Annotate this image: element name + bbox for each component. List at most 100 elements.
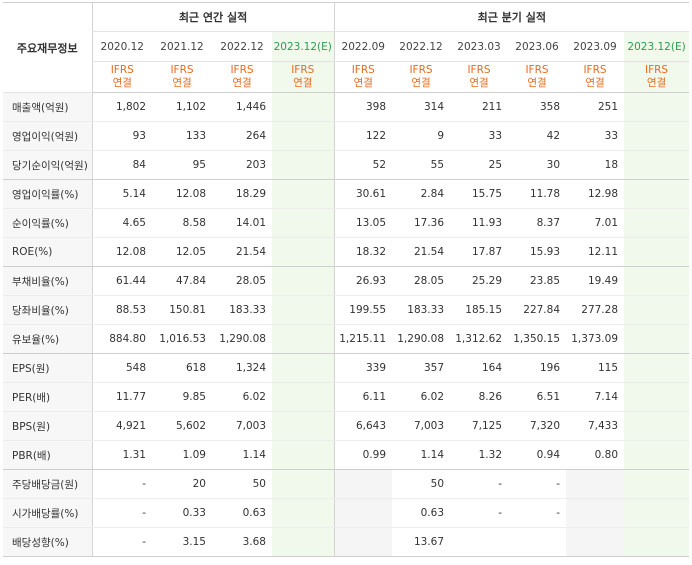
- value-cell: 1,802: [91, 92, 152, 122]
- value-cell: 1,290.08: [212, 324, 272, 354]
- estimate-cell: [624, 92, 690, 122]
- value-cell: 211: [450, 92, 509, 122]
- value-cell: 7.01: [566, 208, 625, 238]
- value-cell: 15.75: [450, 179, 509, 209]
- value-cell: 9.85: [152, 382, 212, 412]
- value-cell: 203: [212, 150, 272, 180]
- value-cell: -: [450, 469, 509, 499]
- estimate-cell: [624, 208, 690, 238]
- table-row: EPS(원) 548 618 1,324 339 357 164 196 115: [3, 353, 690, 383]
- table-row: BPS(원) 4,921 5,602 7,003 6,643 7,003 7,125 7,32…: [3, 411, 690, 441]
- value-cell: 30.61: [333, 179, 393, 209]
- value-cell: 1,215.11: [333, 324, 393, 354]
- value-cell: 15.93: [508, 237, 567, 267]
- value-cell: 61.44: [91, 266, 152, 296]
- value-cell: 1,446: [212, 92, 272, 122]
- value-cell: 314: [392, 92, 451, 122]
- consolidated-text: 연결: [585, 77, 605, 89]
- value-cell: 14.01: [212, 208, 272, 238]
- estimate-cell: [272, 411, 335, 441]
- row-label: 영업이익률(%): [3, 179, 92, 209]
- table-row: 당좌비율(%) 88.53 150.81 183.33 199.55 183.33 185.…: [3, 295, 690, 325]
- value-cell: 548: [91, 353, 152, 383]
- value-cell: 18: [566, 150, 625, 180]
- value-cell: 21.54: [392, 237, 451, 267]
- value-cell: 884.80: [91, 324, 152, 354]
- annual-results-title: 최근 연간 실적: [91, 2, 335, 32]
- value-cell: 3.15: [152, 527, 212, 557]
- value-cell: 5.14: [91, 179, 152, 209]
- value-cell: 0.63: [392, 498, 451, 528]
- value-cell: 264: [212, 121, 272, 151]
- value-cell: 18.29: [212, 179, 272, 209]
- value-cell: 12.08: [152, 179, 212, 209]
- value-cell: 277.28: [566, 295, 625, 325]
- table-row: 시가배당률(%) -0.33 0.63 0.63- -: [3, 498, 690, 528]
- row-label: ROE(%): [3, 237, 92, 267]
- value-cell: [333, 469, 393, 499]
- table-row: 배당성향(%) -3.15 3.68 13.67: [3, 527, 690, 557]
- value-cell: 6.02: [212, 382, 272, 412]
- row-label: 매출액(억원): [3, 92, 92, 122]
- value-cell: 618: [152, 353, 212, 383]
- value-cell: 6.11: [333, 382, 393, 412]
- value-cell: 17.87: [450, 237, 509, 267]
- ifrs-text: IFRS: [645, 64, 669, 76]
- value-cell: 25.29: [450, 266, 509, 296]
- value-cell: [508, 527, 567, 557]
- value-cell: 150.81: [152, 295, 212, 325]
- estimate-cell: [624, 498, 690, 528]
- value-cell: 1,016.53: [152, 324, 212, 354]
- consolidated-text: 연결: [411, 77, 431, 89]
- row-label: 시가배당률(%): [3, 498, 92, 528]
- value-cell: 1.31: [91, 440, 152, 470]
- estimate-cell: [272, 295, 335, 325]
- value-cell: 50: [392, 469, 451, 499]
- row-label: PER(배): [3, 382, 92, 412]
- period-header: 2022.12: [392, 31, 451, 62]
- value-cell: 7,125: [450, 411, 509, 441]
- ifrs-text: IFRS: [230, 64, 254, 76]
- ifrs-consolidated-label: IFRS 연결: [450, 61, 509, 93]
- value-cell: 12.11: [566, 237, 625, 267]
- estimate-cell: [272, 324, 335, 354]
- estimate-cell: [272, 121, 335, 151]
- consolidated-text: 연결: [646, 77, 667, 89]
- value-cell: 6,643: [333, 411, 393, 441]
- value-cell: [333, 527, 393, 557]
- ifrs-text: IFRS: [467, 64, 491, 76]
- value-cell: 0.63: [212, 498, 272, 528]
- value-cell: 3.68: [212, 527, 272, 557]
- period-header: 2020.12: [91, 31, 152, 62]
- ifrs-text: IFRS: [583, 64, 607, 76]
- value-cell: [450, 527, 509, 557]
- ifrs-text: IFRS: [170, 64, 194, 76]
- table-row: 순이익률(%) 4.65 8.58 14.01 13.05 17.36 11.93 8.37 7…: [3, 208, 690, 238]
- value-cell: 95: [152, 150, 212, 180]
- table-row: 당기순이익(억원) 84 95 203 52 55 25 30 18: [3, 150, 690, 180]
- value-cell: 0.99: [333, 440, 393, 470]
- row-label: 순이익률(%): [3, 208, 92, 238]
- estimate-cell: [624, 295, 690, 325]
- row-label: 주당배당금(원): [3, 469, 92, 499]
- value-cell: 7,320: [508, 411, 567, 441]
- period-header: 2022.12: [212, 31, 272, 62]
- value-cell: 13.67: [392, 527, 451, 557]
- estimate-cell: [272, 440, 335, 470]
- consolidated-text: 연결: [172, 77, 192, 89]
- period-header: 2023.06: [508, 31, 567, 62]
- value-cell: 9: [392, 121, 451, 151]
- value-cell: 8.37: [508, 208, 567, 238]
- value-cell: 183.33: [212, 295, 272, 325]
- table-row: 부채비율(%) 61.44 47.84 28.05 26.93 28.05 25.29 23.…: [3, 266, 690, 296]
- value-cell: 1.09: [152, 440, 212, 470]
- value-cell: -: [91, 469, 152, 499]
- consolidated-text: 연결: [469, 77, 489, 89]
- table-row: 영업이익률(%) 5.14 12.08 18.29 30.61 2.84 15.75 11.7…: [3, 179, 690, 209]
- value-cell: 42: [508, 121, 567, 151]
- value-cell: 12.98: [566, 179, 625, 209]
- value-cell: 11.78: [508, 179, 567, 209]
- estimate-cell: [272, 150, 335, 180]
- table-row: PBR(배) 1.31 1.09 1.14 0.99 1.14 1.32 0.94 0.80: [3, 440, 690, 470]
- value-cell: [333, 498, 393, 528]
